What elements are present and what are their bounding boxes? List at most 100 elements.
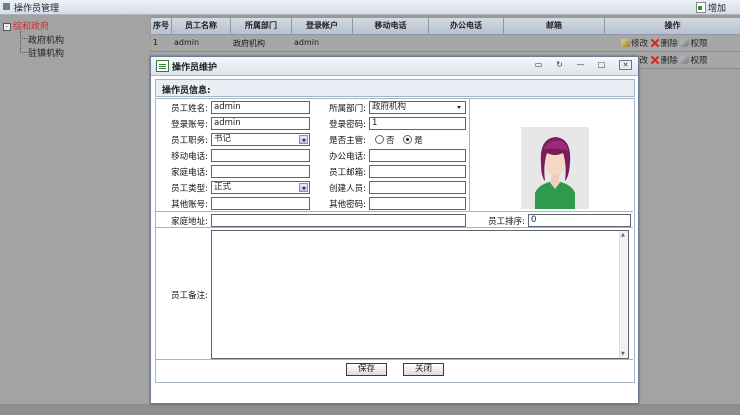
col-office[interactable]: 办公电话 (429, 20, 503, 31)
position-select[interactable]: 书记 (211, 133, 310, 146)
section-title: 操作员信息: (162, 86, 211, 96)
label-dept: 所属部门: (329, 104, 366, 114)
pin-icon[interactable]: ▭ (533, 60, 544, 70)
add-button[interactable]: 增加 (695, 1, 726, 14)
add-page-icon (695, 2, 706, 13)
edit-label: 修改 (631, 39, 649, 49)
photo-divider (469, 98, 470, 212)
col-mobile[interactable]: 移动电话 (353, 20, 428, 31)
top-toolbar: 操作员管理 增加 (0, 0, 740, 15)
avatar-image (521, 127, 589, 209)
tree-root[interactable]: - 综和政府 (3, 19, 49, 32)
col-email[interactable]: 邮箱 (504, 20, 604, 31)
add-button-label: 增加 (707, 4, 726, 14)
tree-item-gov[interactable]: 政府机构 (28, 33, 64, 46)
cell-dept: 政府机构 (233, 39, 265, 48)
col-name[interactable]: 员工名称 (172, 20, 230, 31)
col-dept[interactable]: 所属部门 (231, 20, 291, 31)
type-value: 正式 (214, 182, 232, 192)
row-divider (155, 359, 633, 360)
maximize-icon[interactable]: □ (596, 60, 607, 70)
page-title: 操作员管理 (14, 4, 60, 14)
form-section-header: 操作员信息: (155, 79, 635, 97)
tree-item-station[interactable]: 驻镇机构 (28, 46, 64, 59)
cell-name: admin (174, 38, 200, 47)
address-input[interactable] (211, 214, 466, 227)
col-account[interactable]: 登录帐户 (292, 20, 352, 31)
manager-radio-group: 否 是 (375, 134, 423, 146)
chevron-down-icon[interactable] (299, 135, 308, 144)
manager-yes-radio[interactable]: 是 (403, 135, 423, 146)
employee-photo[interactable] (521, 127, 589, 209)
table-row[interactable]: 1 admin 政府机构 admin 修改 删除 权限 (151, 35, 740, 52)
scroll-down-icon[interactable]: ▼ (621, 351, 625, 357)
other-account-input[interactable] (211, 197, 310, 210)
close-icon[interactable]: ✕ (619, 60, 632, 70)
label-email: 员工邮箱: (329, 168, 366, 178)
tree-root-label: 综和政府 (13, 22, 50, 32)
tree-line (20, 38, 27, 39)
other-password-input[interactable] (369, 197, 466, 210)
account-input[interactable]: admin (211, 117, 310, 130)
save-button[interactable]: 保存 (346, 363, 387, 376)
col-no[interactable]: 序号 (151, 20, 171, 31)
label-type: 员工类型: (171, 184, 208, 194)
delete-link[interactable]: 删除 (651, 56, 678, 66)
password-input[interactable]: 1 (369, 117, 466, 130)
mobile-input[interactable] (211, 149, 310, 162)
home-phone-input[interactable] (211, 165, 310, 178)
radio-off-icon (375, 135, 384, 144)
perm-link[interactable]: 权限 (680, 56, 707, 66)
label-other-account: 其他账号: (171, 200, 208, 210)
position-value: 书记 (214, 134, 232, 144)
cell-account: admin (294, 38, 320, 47)
chevron-down-icon[interactable] (299, 183, 308, 192)
email-input[interactable] (369, 165, 466, 178)
dept-select[interactable]: 政府机构 (369, 101, 466, 114)
label-name: 员工姓名: (171, 104, 208, 114)
label-password: 登录密码: (329, 120, 366, 130)
manager-no-radio[interactable]: 否 (375, 135, 395, 146)
label-order: 员工排序: (488, 217, 525, 227)
perm-label: 权限 (690, 39, 708, 49)
refresh-icon[interactable]: ↻ (554, 60, 565, 70)
minimize-icon[interactable]: — (575, 60, 586, 70)
close-button[interactable]: 关闭 (403, 363, 444, 376)
type-select[interactable]: 正式 (211, 181, 310, 194)
row-divider (155, 211, 633, 212)
manager-yes-label: 是 (414, 136, 423, 146)
edit-link[interactable]: 修改 (621, 39, 648, 49)
label-other-password: 其他密码: (329, 200, 366, 210)
scroll-up-icon[interactable]: ▲ (621, 232, 625, 238)
label-remark: 员工备注: (171, 291, 208, 301)
status-bar (0, 404, 740, 415)
label-account: 登录账号: (171, 120, 208, 130)
creator-input[interactable] (369, 181, 466, 194)
tree-line (20, 52, 27, 53)
dialog-title: 操作员维护 (172, 63, 218, 73)
edit-icon (621, 39, 630, 47)
operator-dialog: 操作员维护 ▭ ↻ — □ ✕ 操作员信息: 员工姓名: admin 所属部门:… (150, 56, 639, 404)
permission-icon (680, 39, 690, 47)
module-icon (3, 3, 10, 10)
perm-link[interactable]: 权限 (680, 39, 707, 49)
delete-link[interactable]: 删除 (651, 39, 678, 49)
collapse-icon[interactable]: - (3, 23, 11, 31)
form-icon (156, 60, 169, 72)
delete-label: 删除 (660, 39, 678, 49)
name-input[interactable]: admin (211, 101, 310, 114)
label-home-phone: 家庭电话: (171, 168, 208, 178)
radio-on-icon (403, 135, 413, 144)
remark-textarea[interactable]: ▲ ▼ (211, 230, 629, 359)
org-tree: - 综和政府 政府机构 驻镇机构 (0, 15, 150, 405)
label-office-phone: 办公电话: (329, 152, 366, 162)
permission-icon (680, 56, 690, 64)
order-input[interactable]: 0 (528, 214, 631, 227)
dialog-titlebar[interactable]: 操作员维护 ▭ ↻ — □ ✕ (151, 57, 638, 76)
col-actions: 操作 (664, 21, 681, 30)
office-phone-input[interactable] (369, 149, 466, 162)
label-mobile: 移动电话: (171, 152, 208, 162)
grid-header: 序号 员工名称 所属部门 登录帐户 移动电话 办公电话 邮箱 操作 (151, 18, 740, 35)
remark-scrollbar[interactable]: ▲ ▼ (619, 231, 628, 358)
label-is-manager: 是否主管: (329, 136, 366, 146)
